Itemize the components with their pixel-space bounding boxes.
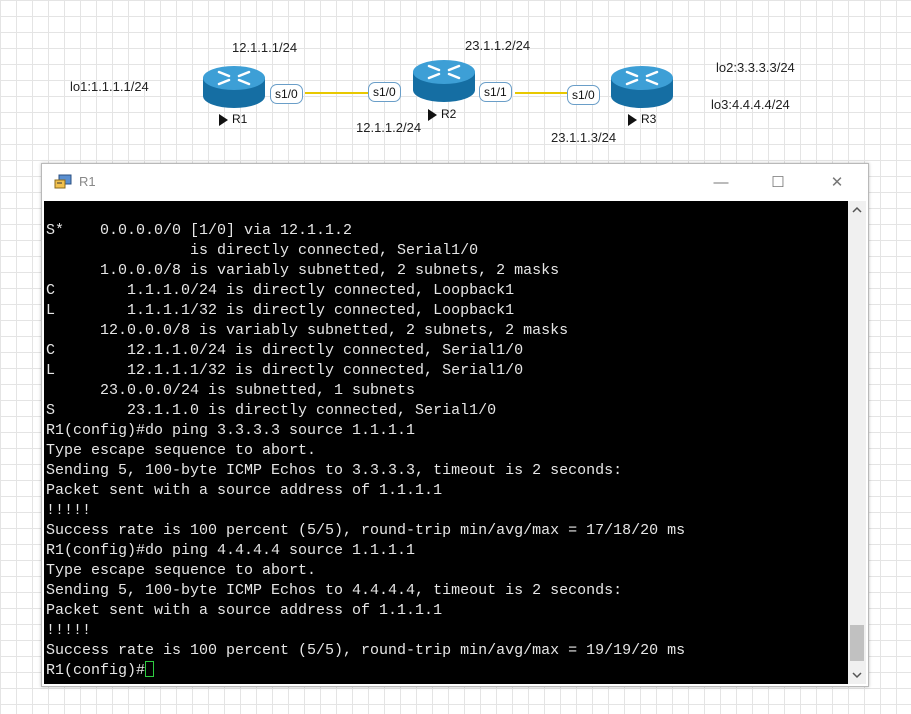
console-line: C 1.1.1.0/24 is directly connected, Loop… [46, 282, 515, 299]
console-text: S* 0.0.0.0/0 [1/0] via 12.1.1.2 is direc… [46, 221, 685, 681]
console-line: Type escape sequence to abort. [46, 562, 317, 579]
console-line: R1(config)#do ping 4.4.4.4 source 1.1.1.… [46, 542, 416, 559]
r2-s1-1-ip-label: 23.1.1.2/24 [465, 38, 531, 53]
console-line: !!!!! [46, 502, 92, 519]
play-icon [428, 108, 437, 121]
router-r1-name: R1 [232, 112, 248, 126]
console-line: R1(config)#do ping 3.3.3.3 source 1.1.1.… [46, 422, 416, 439]
link-r2-r3 [515, 92, 569, 94]
console-line: !!!!! [46, 622, 92, 639]
maximize-button[interactable]: ☐ [755, 170, 801, 196]
play-icon [628, 113, 637, 126]
window-title: R1 [79, 174, 96, 189]
console-line: Success rate is 100 percent (5/5), round… [46, 642, 686, 659]
r2-s1-0-ip-label: 12.1.1.2/24 [356, 120, 422, 135]
console-line: 23.0.0.0/24 is subnetted, 1 subnets [100, 382, 416, 399]
text-cursor [145, 661, 155, 677]
close-button[interactable]: ✕ [814, 170, 860, 196]
console-line: S* 0.0.0.0/0 [1/0] via 12.1.1.2 [46, 222, 353, 239]
router-r3-name: R3 [641, 112, 657, 126]
console-line: L 12.1.1.1/32 is directly connected, Ser… [46, 362, 524, 379]
r3-lo2-label: lo2:3.3.3.3/24 [716, 60, 795, 75]
console-line: Packet sent with a source address of 1.1… [46, 482, 443, 499]
console-line: 1.0.0.0/8 is variably subnetted, 2 subne… [100, 262, 560, 279]
router-r2-name: R2 [441, 107, 457, 121]
r1-s1-0-ip-label: 12.1.1.1/24 [232, 40, 298, 55]
r3-s1-0-ip-label: 23.1.1.3/24 [551, 130, 617, 145]
vertical-scrollbar[interactable] [848, 201, 866, 684]
play-icon [219, 113, 228, 126]
console-line: Success rate is 100 percent (5/5), round… [46, 522, 686, 539]
router-r2-icon[interactable] [411, 58, 477, 104]
console-line: L 1.1.1.1/32 is directly connected, Loop… [46, 302, 515, 319]
console-line: Type escape sequence to abort. [46, 442, 317, 459]
console-line: S 23.1.1.0 is directly connected, Serial… [46, 402, 497, 419]
console-line: Packet sent with a source address of 1.1… [46, 602, 443, 619]
title-bar[interactable]: R1 — ☐ ✕ [42, 164, 868, 201]
router-r3-icon[interactable] [609, 64, 675, 110]
console-prompt: R1(config)# [46, 662, 146, 679]
terminal-app-icon [54, 174, 72, 190]
scrollbar-thumb[interactable] [850, 625, 864, 661]
port-r3-s1-0[interactable]: s1/0 [567, 85, 600, 105]
console-line: 12.0.0.0/8 is variably subnetted, 2 subn… [100, 322, 569, 339]
r3-lo3-label: lo3:4.4.4.4/24 [711, 97, 790, 112]
console-line: Sending 5, 100-byte ICMP Echos to 3.3.3.… [46, 462, 623, 479]
console-output[interactable]: S* 0.0.0.0/0 [1/0] via 12.1.1.2 is direc… [44, 201, 848, 684]
terminal-window: R1 — ☐ ✕ S* 0.0.0.0/0 [1/0] via 12.1.1.2… [41, 163, 869, 687]
minimize-button[interactable]: — [698, 170, 744, 196]
port-r2-s1-0[interactable]: s1/0 [368, 82, 401, 102]
console-lines: S* 0.0.0.0/0 [1/0] via 12.1.1.2 is direc… [46, 222, 685, 659]
port-r1-s1-0[interactable]: s1/0 [270, 84, 303, 104]
scroll-up-icon[interactable] [848, 201, 866, 219]
console-line: Sending 5, 100-byte ICMP Echos to 4.4.4.… [46, 582, 623, 599]
console-line: C 12.1.1.0/24 is directly connected, Ser… [46, 342, 524, 359]
port-r2-s1-1[interactable]: s1/1 [479, 82, 512, 102]
scroll-down-icon[interactable] [848, 666, 866, 684]
r1-lo1-label: lo1:1.1.1.1/24 [70, 79, 149, 94]
router-r3-label: R3 [628, 112, 656, 126]
console-line: is directly connected, Serial1/0 [190, 242, 479, 259]
link-r1-r2 [305, 92, 371, 94]
router-r1-icon[interactable] [201, 64, 267, 110]
router-r1-label: R1 [219, 112, 247, 126]
router-r2-label: R2 [428, 107, 456, 121]
